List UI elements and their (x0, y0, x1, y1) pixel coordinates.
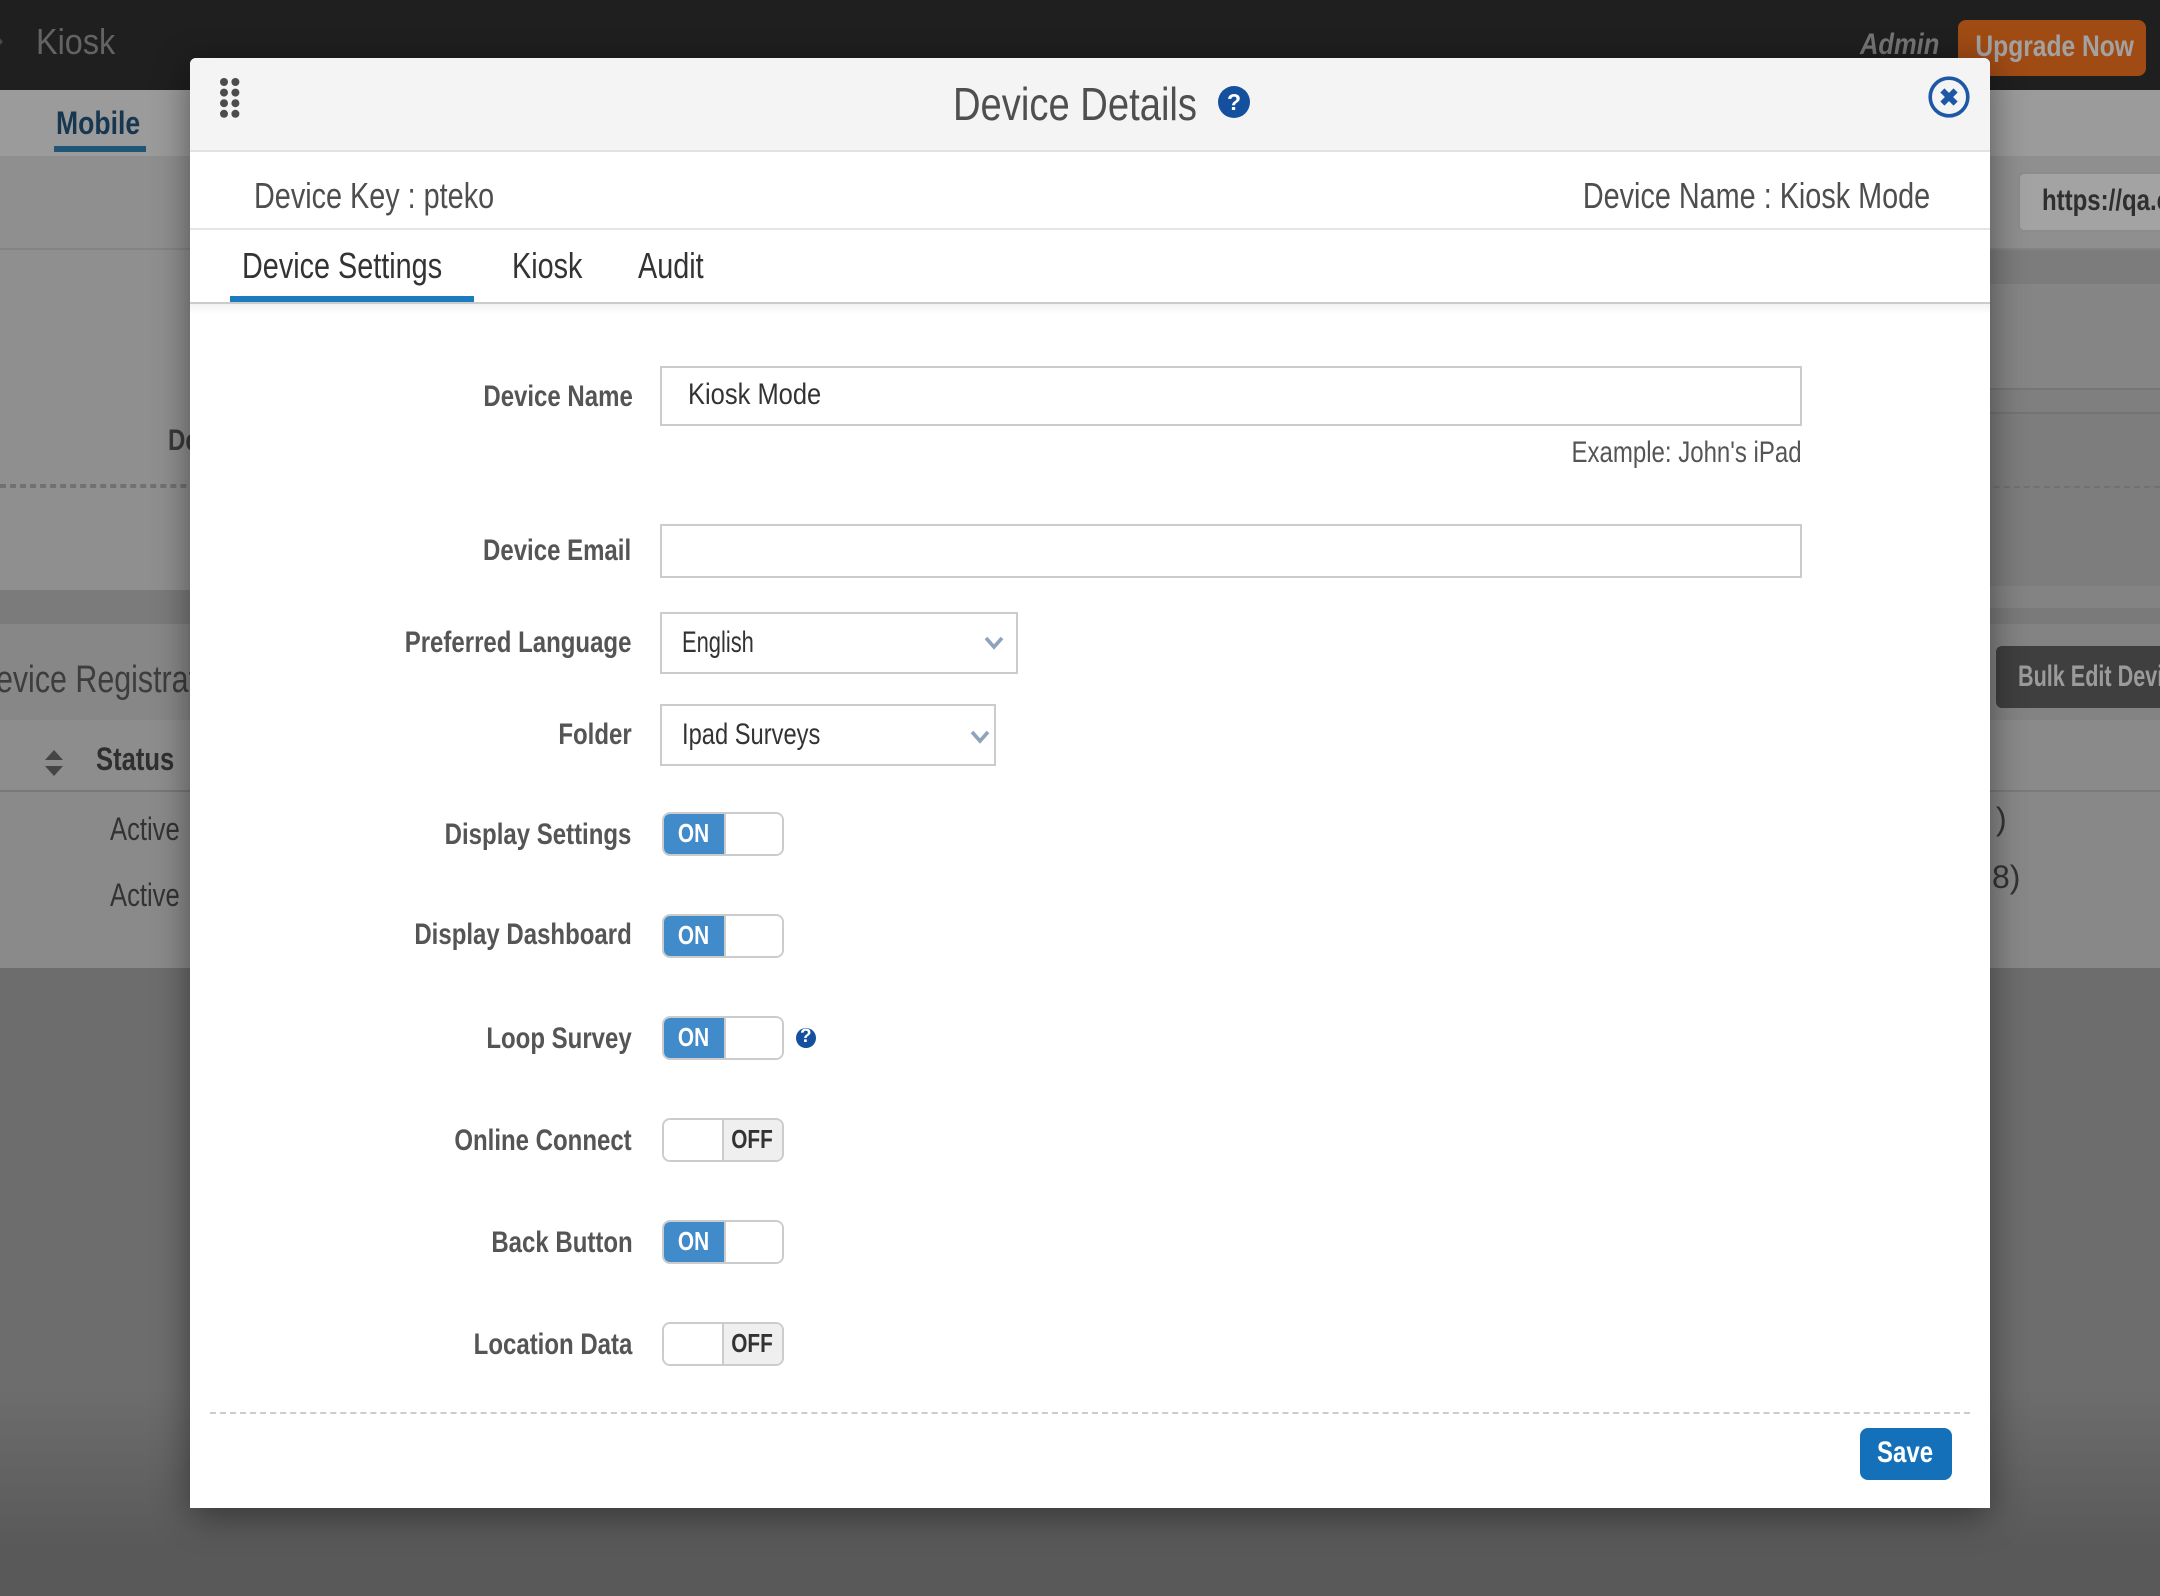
svg-text:?: ? (1226, 88, 1240, 114)
